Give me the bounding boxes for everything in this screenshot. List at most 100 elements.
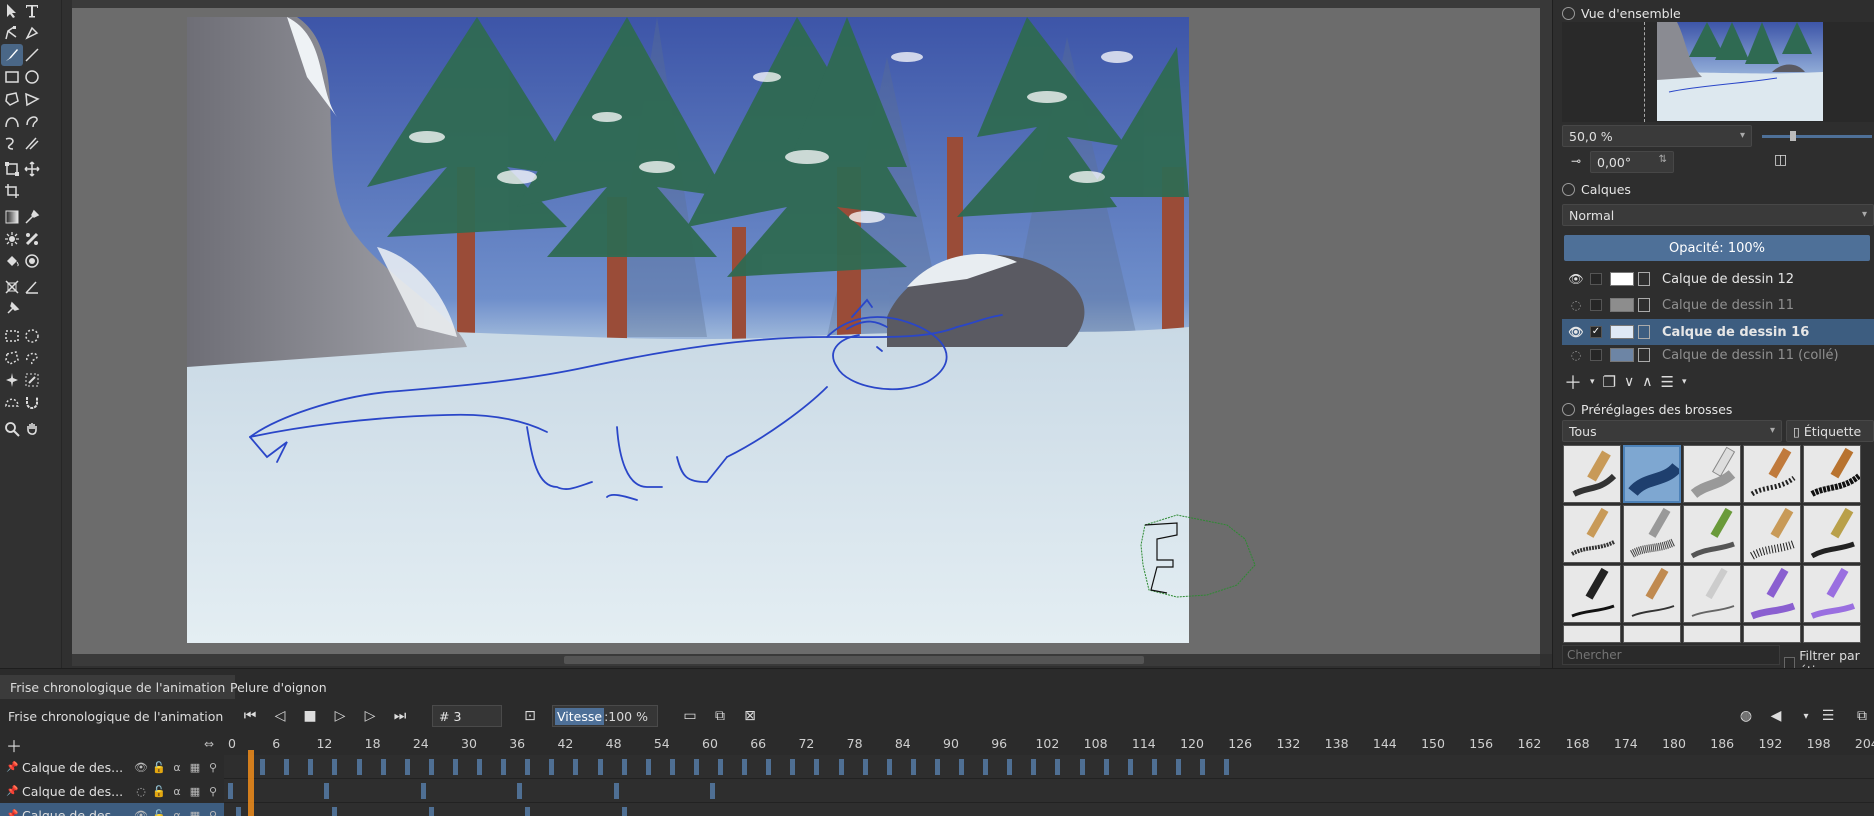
canvas-vertical-scrollbar[interactable]	[1540, 0, 1552, 654]
add-blank-frame-icon[interactable]: ▭	[680, 706, 700, 726]
keyframe[interactable]	[332, 759, 338, 775]
polygon-select-tool-icon[interactable]	[1, 347, 23, 369]
transform-tool-icon[interactable]	[1, 158, 23, 180]
keyframe[interactable]	[1127, 759, 1133, 775]
brush-preset[interactable]	[1563, 445, 1621, 503]
keyframe[interactable]	[1031, 759, 1037, 775]
pin-icon[interactable]: 📌	[6, 810, 18, 816]
keyframe[interactable]	[669, 759, 675, 775]
pin-layer-icon[interactable]: ⚲	[204, 785, 222, 798]
onion-skin-icon[interactable]: ◍	[1736, 706, 1756, 726]
keyframe[interactable]	[228, 783, 233, 799]
eye-hidden-icon[interactable]: ◌	[1568, 348, 1584, 362]
keyframe[interactable]	[477, 759, 483, 775]
opacity-slider[interactable]: Opacité: 100%	[1564, 235, 1870, 261]
keyframe[interactable]	[959, 759, 965, 775]
audio-chevron-icon[interactable]: ▾	[1796, 706, 1816, 726]
brush-preset[interactable]	[1803, 445, 1861, 503]
layer-row[interactable]: 👁 Calque de dessin 12	[1562, 266, 1874, 292]
layer-row-selected[interactable]: 👁 ✓ Calque de dessin 16	[1562, 319, 1874, 345]
brush-preset[interactable]	[1803, 505, 1861, 563]
zoom-combo[interactable]: 50,0 % ▾	[1562, 125, 1752, 147]
add-layer-icon[interactable]: ＋	[1564, 369, 1582, 395]
lock-icon[interactable]: 🔓	[150, 785, 168, 798]
keyframe[interactable]	[766, 759, 772, 775]
calligraphy-tool-icon[interactable]	[21, 22, 43, 44]
timeline-track[interactable]	[224, 779, 1874, 803]
magnetic-select-tool-icon[interactable]	[21, 391, 43, 413]
keyframe[interactable]	[501, 759, 507, 775]
keyframe[interactable]	[428, 759, 434, 775]
rect-select-tool-icon[interactable]	[1, 325, 23, 347]
tab-onion-skin[interactable]: Pelure d'oignon	[220, 675, 337, 699]
keyframe[interactable]	[862, 759, 868, 775]
spin-arrows-icon[interactable]: ⇅	[1659, 154, 1667, 165]
timeline-frame-tracks[interactable]	[224, 755, 1874, 816]
zoom-tool-icon[interactable]	[1, 418, 23, 440]
keyframe[interactable]	[324, 783, 330, 799]
layer-checkbox[interactable]	[1590, 299, 1602, 311]
zoom-slider[interactable]	[1762, 131, 1872, 141]
keyframe[interactable]	[1175, 759, 1181, 775]
keyframe[interactable]	[1200, 759, 1206, 775]
assistant-tool-icon[interactable]	[1, 276, 23, 298]
rectangle-tool-icon[interactable]	[1, 66, 23, 88]
lock-icon[interactable]	[1562, 402, 1575, 416]
scrollbar-thumb[interactable]	[564, 656, 1144, 664]
brush-preset[interactable]	[1743, 505, 1801, 563]
layer-checkbox[interactable]: ✓	[1590, 326, 1602, 338]
first-frame-icon[interactable]: ⏮	[240, 706, 260, 726]
layer-properties-icon[interactable]: ☰	[1660, 373, 1673, 391]
layer-row[interactable]: ◌ Calque de dessin 11 (collé)	[1562, 345, 1874, 365]
keyframe[interactable]	[332, 807, 338, 816]
onion-skin-icon[interactable]: ▦	[186, 809, 204, 816]
keyframe[interactable]	[613, 783, 619, 799]
colorize-mask-tool-icon[interactable]	[21, 228, 43, 250]
gradient-tool-icon[interactable]	[1, 206, 23, 228]
eye-hidden-icon[interactable]: ◌	[132, 785, 150, 798]
keyframe[interactable]	[525, 759, 531, 775]
enclose-fill-tool-icon[interactable]	[21, 250, 43, 272]
keyframe[interactable]	[718, 759, 724, 775]
keyframe[interactable]	[308, 759, 314, 775]
brush-filter-combo[interactable]: Tous ▾	[1562, 420, 1782, 442]
dynamic-brush-tool-icon[interactable]	[1, 132, 23, 154]
chevron-down-icon[interactable]: ▾	[1682, 377, 1687, 387]
layer-checkbox[interactable]	[1590, 273, 1602, 285]
onion-skin-icon[interactable]: ▦	[186, 761, 204, 774]
brush-preset[interactable]	[1743, 565, 1801, 623]
brush-preset[interactable]	[1563, 505, 1621, 563]
keyframe[interactable]	[838, 759, 844, 775]
timeline-layer-row-selected[interactable]: 📌 Calque de des... 👁 🔓 α ▦ ⚲	[0, 803, 224, 816]
document-tab-bar[interactable]	[72, 0, 1540, 8]
polygon-tool-icon[interactable]	[1, 88, 23, 110]
keyframe[interactable]	[645, 759, 651, 775]
keyframe[interactable]	[1007, 759, 1013, 775]
measure-tool-icon[interactable]	[21, 276, 43, 298]
freehand-select-tool-icon[interactable]	[21, 347, 43, 369]
mirror-view-icon[interactable]: ◫	[1774, 152, 1792, 170]
keyframe[interactable]	[790, 759, 796, 775]
select-shape-tool-icon[interactable]	[1, 0, 23, 22]
keyframe[interactable]	[710, 783, 715, 799]
lock-icon[interactable]	[1562, 6, 1575, 20]
current-frame-field[interactable]: # 3	[432, 705, 502, 727]
zoom-timeline-icon[interactable]: ⇔	[204, 737, 214, 751]
rotation-field[interactable]: 0,00° ⇅	[1590, 151, 1674, 173]
keyframe[interactable]	[420, 783, 426, 799]
layer-row[interactable]: ◌ Calque de dessin 11	[1562, 292, 1874, 318]
keyframe[interactable]	[983, 759, 989, 775]
float-docker-icon[interactable]: ⧉	[1852, 706, 1872, 726]
timeline-layer-row[interactable]: 📌 Calque de des... 👁 🔓 α ▦ ⚲	[0, 755, 224, 779]
tag-combo[interactable]: ▯ Étiquette	[1786, 420, 1874, 442]
keyframe[interactable]	[621, 759, 627, 775]
set-range-icon[interactable]: ⊡	[520, 706, 540, 726]
keyframe[interactable]	[621, 807, 627, 816]
keyframe[interactable]	[693, 759, 699, 775]
timeline-menu-icon[interactable]: ☰	[1818, 706, 1838, 726]
edit-shape-tool-icon[interactable]	[1, 22, 23, 44]
alpha-lock-icon[interactable]: α	[168, 785, 186, 798]
keyframe[interactable]	[886, 759, 892, 775]
polyline-tool-icon[interactable]	[21, 88, 43, 110]
brush-preset[interactable]	[1743, 445, 1801, 503]
